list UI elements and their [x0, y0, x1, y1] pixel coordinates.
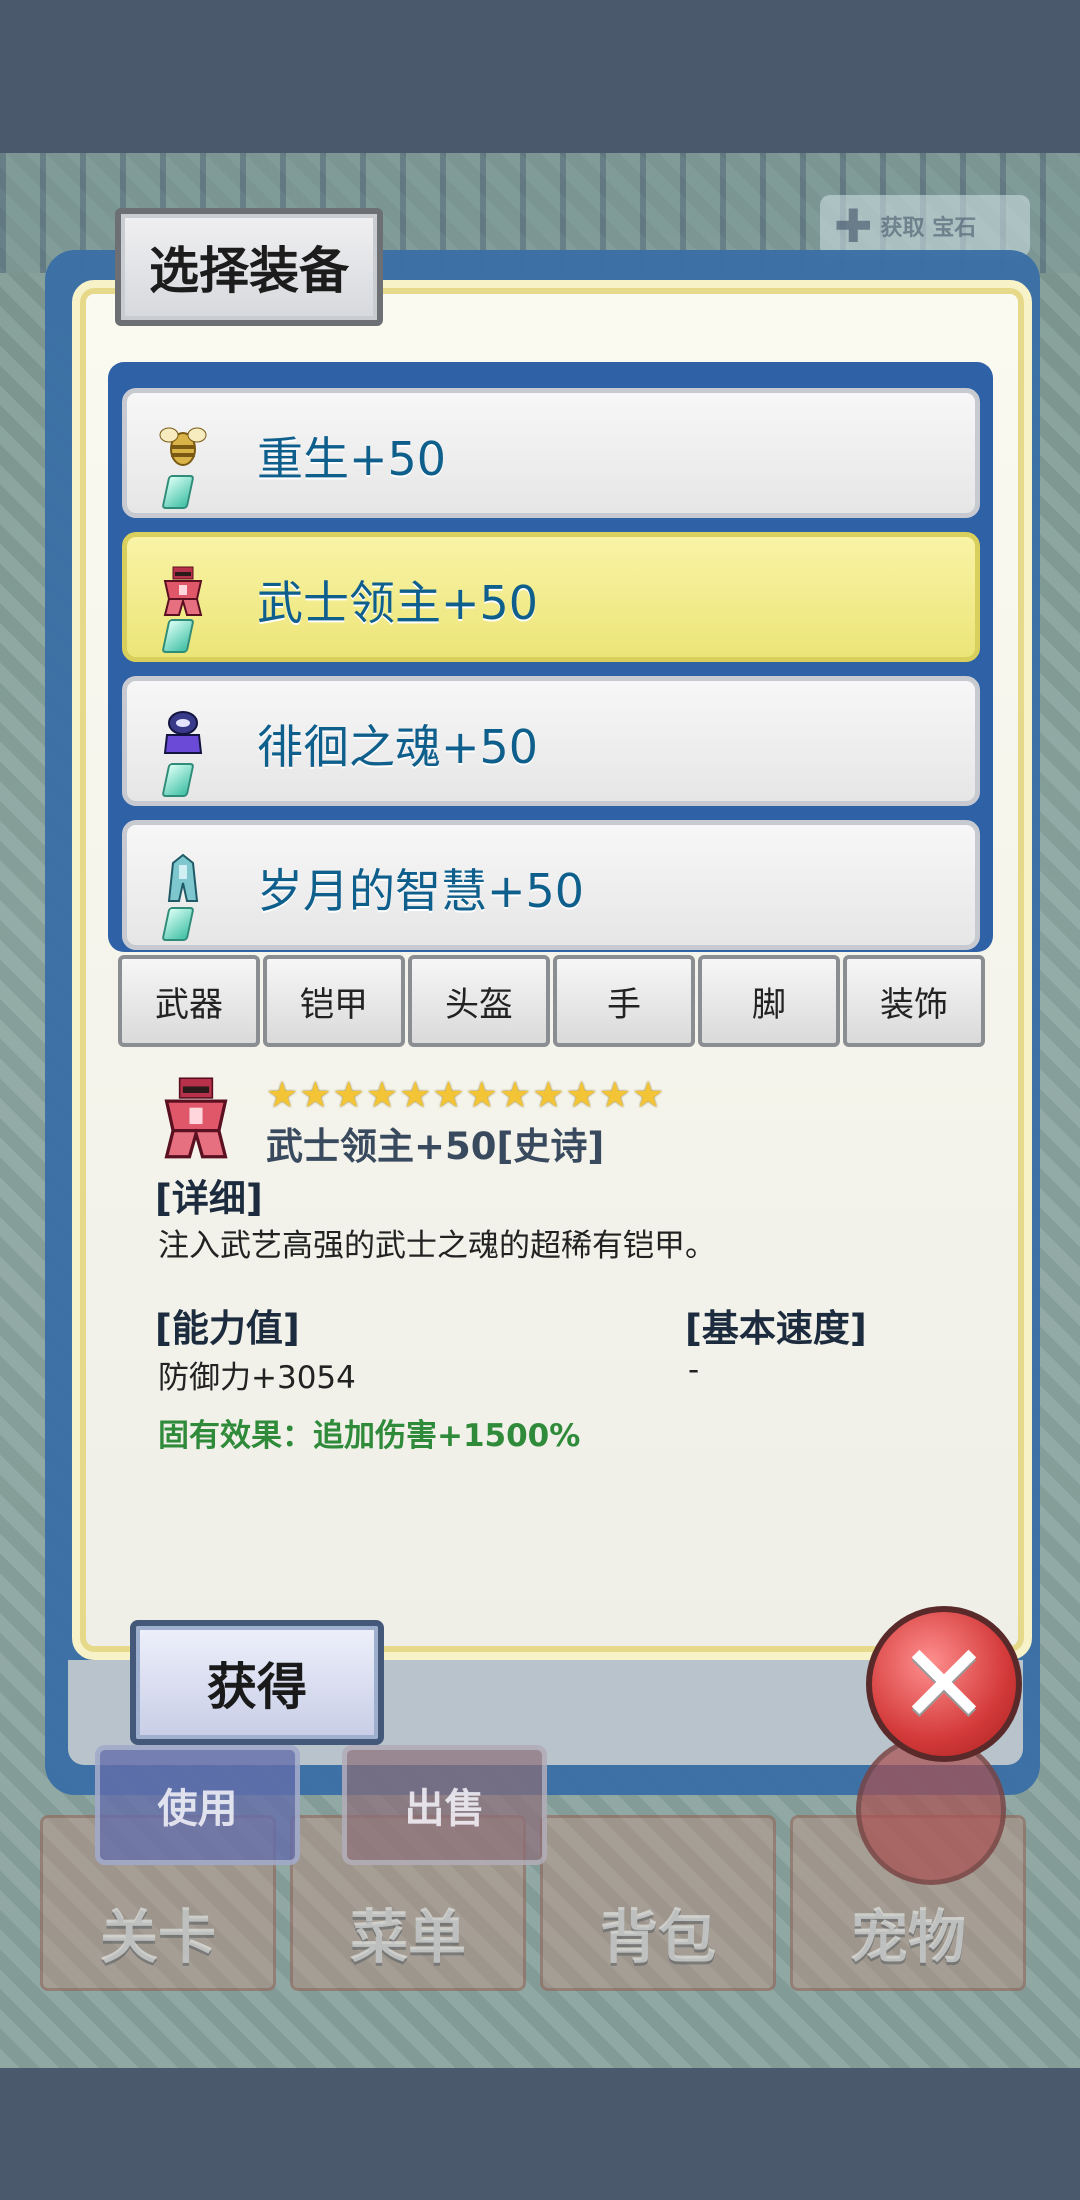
nav-tab-label: 关卡 [99, 1903, 216, 1971]
nav-tab-bag[interactable]: 背包 [540, 1815, 776, 1991]
teal-robe-icon [159, 853, 207, 905]
purple-spirit-icon [159, 709, 207, 761]
item-name: 武士领主+50 [257, 576, 539, 630]
rarity-stars: ★★★★★★★★★★★★ [266, 1075, 666, 1116]
ability-value: 防御力+3054 [158, 1360, 356, 1396]
detail-label: [详细] [155, 1177, 263, 1220]
list-item-wandering-soul[interactable]: 徘徊之魂+50 [122, 676, 980, 806]
list-item-samurai-lord[interactable]: 武士领主+50 [122, 532, 980, 662]
gem-icon [161, 475, 195, 509]
badge-label: 获取 宝石 [880, 216, 977, 241]
item-name: 徘徊之魂+50 [257, 720, 539, 774]
list-item-wisdom-of-years[interactable]: 岁月的智慧+50 [122, 820, 980, 950]
get-gems-badge[interactable]: ✚ 获取 宝石 [820, 195, 1030, 257]
tab-weapon[interactable]: 武器 [118, 955, 260, 1047]
dialog-title: 选择装备 [115, 208, 383, 326]
item-description: 注入武艺高强的武士之魂的超稀有铠甲。 [158, 1228, 716, 1264]
nav-tab-label: 菜单 [349, 1903, 466, 1971]
category-tabs: 武器 铠甲 头盔 手 脚 装饰 [118, 955, 986, 1047]
nav-tab-label: 背包 [599, 1903, 716, 1971]
speed-value: - [688, 1352, 700, 1388]
inherent-effect: 固有效果：追加伤害+1500% [158, 1418, 581, 1454]
speed-label: [基本速度] [685, 1307, 867, 1350]
golden-bee-icon [159, 421, 207, 473]
item-name: 重生+50 [257, 432, 447, 486]
item-name: 岁月的智慧+50 [257, 864, 585, 918]
nav-tab-label: 宠物 [849, 1903, 966, 1971]
red-samurai-armor-icon [155, 1075, 237, 1160]
tab-armor[interactable]: 铠甲 [263, 955, 405, 1047]
tab-hand[interactable]: 手 [553, 955, 695, 1047]
tab-accessory[interactable]: 装饰 [843, 955, 985, 1047]
list-item-rebirth[interactable]: 重生+50 [122, 388, 980, 518]
close-icon: ✕ [897, 1620, 991, 1748]
sell-button[interactable]: 出售 [342, 1745, 547, 1865]
obtain-button[interactable]: 获得 [130, 1620, 384, 1745]
item-detail-title: 武士领主+50[史诗] [266, 1125, 605, 1168]
tab-foot[interactable]: 脚 [698, 955, 840, 1047]
gem-icon [161, 763, 195, 797]
use-button[interactable]: 使用 [95, 1745, 300, 1865]
close-button[interactable]: ✕ [866, 1606, 1022, 1762]
red-samurai-armor-icon [159, 565, 207, 617]
tab-helmet[interactable]: 头盔 [408, 955, 550, 1047]
gem-icon [161, 619, 195, 653]
ability-label: [能力值] [155, 1307, 300, 1350]
plus-icon: ✚ [834, 199, 873, 253]
gem-icon [161, 907, 195, 941]
